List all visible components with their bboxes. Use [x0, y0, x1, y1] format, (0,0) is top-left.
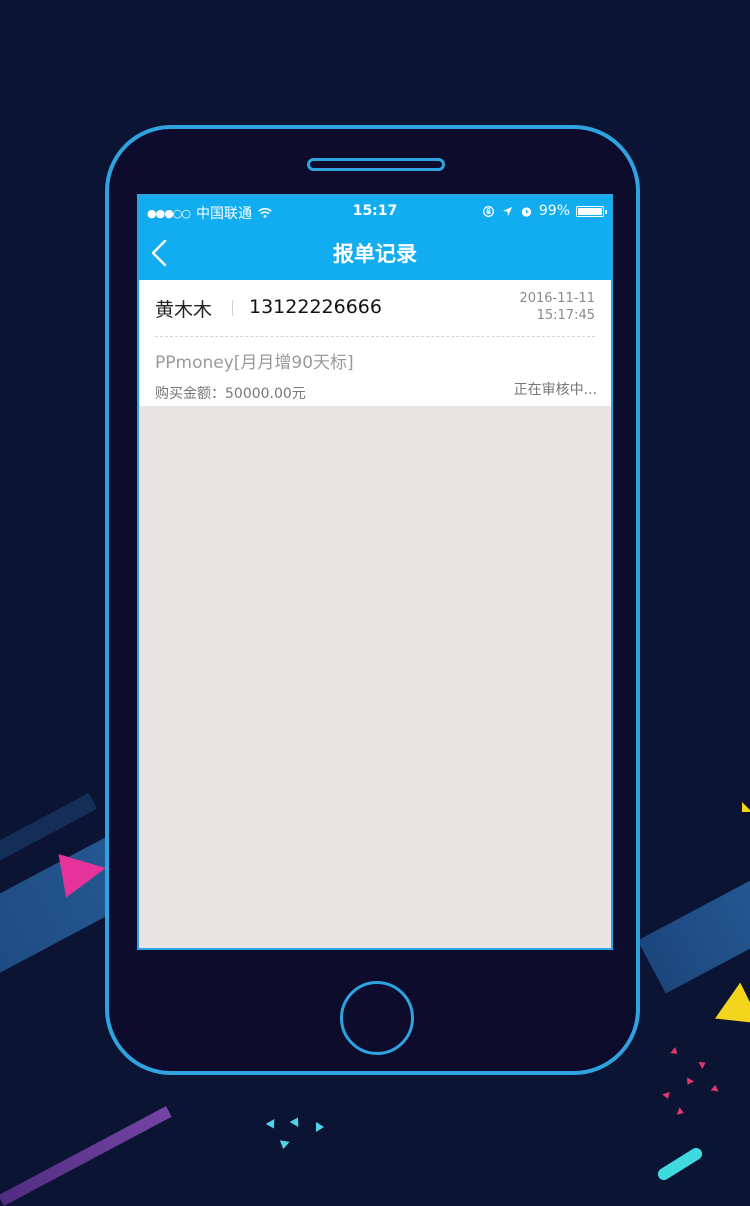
status-badge: 正在审核中... [513, 382, 597, 398]
record-timestamp: 2016-11-11 15:17:45 [519, 290, 595, 324]
alarm-icon [521, 206, 532, 217]
decorative-shard [289, 1115, 303, 1127]
background-stripe [0, 1106, 172, 1206]
list-item[interactable]: 黄木木 13122226666 2016-11-11 15:17:45 PPmo… [139, 280, 611, 406]
customer-phone: 13122226666 [249, 296, 382, 318]
decorative-triangle [714, 982, 750, 1042]
record-date: 2016-11-11 [519, 291, 595, 306]
page-title: 报单记录 [333, 242, 417, 266]
decorative-shard [316, 1122, 324, 1132]
background-stripe [637, 846, 750, 994]
decorative-shard [662, 1091, 672, 1101]
decorative-shard [670, 1047, 680, 1057]
app-header: ●●●○○ 中国联通 15:17 99% 报单记录 [139, 196, 611, 280]
decorative-shard [698, 1059, 708, 1069]
battery-icon [576, 205, 607, 217]
rotation-lock-icon [482, 205, 494, 217]
decorative-shard [684, 1077, 694, 1087]
decorative-pill [655, 1145, 705, 1183]
divider [232, 300, 233, 316]
product-name: PPmoney[月月增90天标] [155, 353, 354, 373]
battery-percent: 99% [538, 203, 570, 219]
decorative-shard [710, 1084, 720, 1092]
home-button[interactable] [340, 981, 414, 1055]
phone-speaker [307, 158, 445, 171]
decorative-triangle [742, 802, 750, 812]
decorative-shard [265, 1119, 279, 1131]
nav-bar: 报单记录 [139, 226, 611, 280]
divider [155, 336, 595, 337]
phone-screen: ●●●○○ 中国联通 15:17 99% 报单记录 黄木木 1312222666… [137, 194, 613, 950]
purchase-amount: 购买金额：50000.00元 [155, 386, 306, 402]
status-bar: ●●●○○ 中国联通 15:17 99% [139, 196, 611, 226]
customer-name: 黄木木 [155, 299, 213, 321]
decorative-shard [278, 1140, 290, 1150]
record-time: 15:17:45 [536, 308, 595, 323]
decorative-triangle [58, 846, 110, 898]
decorative-shard [676, 1107, 686, 1117]
location-icon [502, 206, 513, 216]
